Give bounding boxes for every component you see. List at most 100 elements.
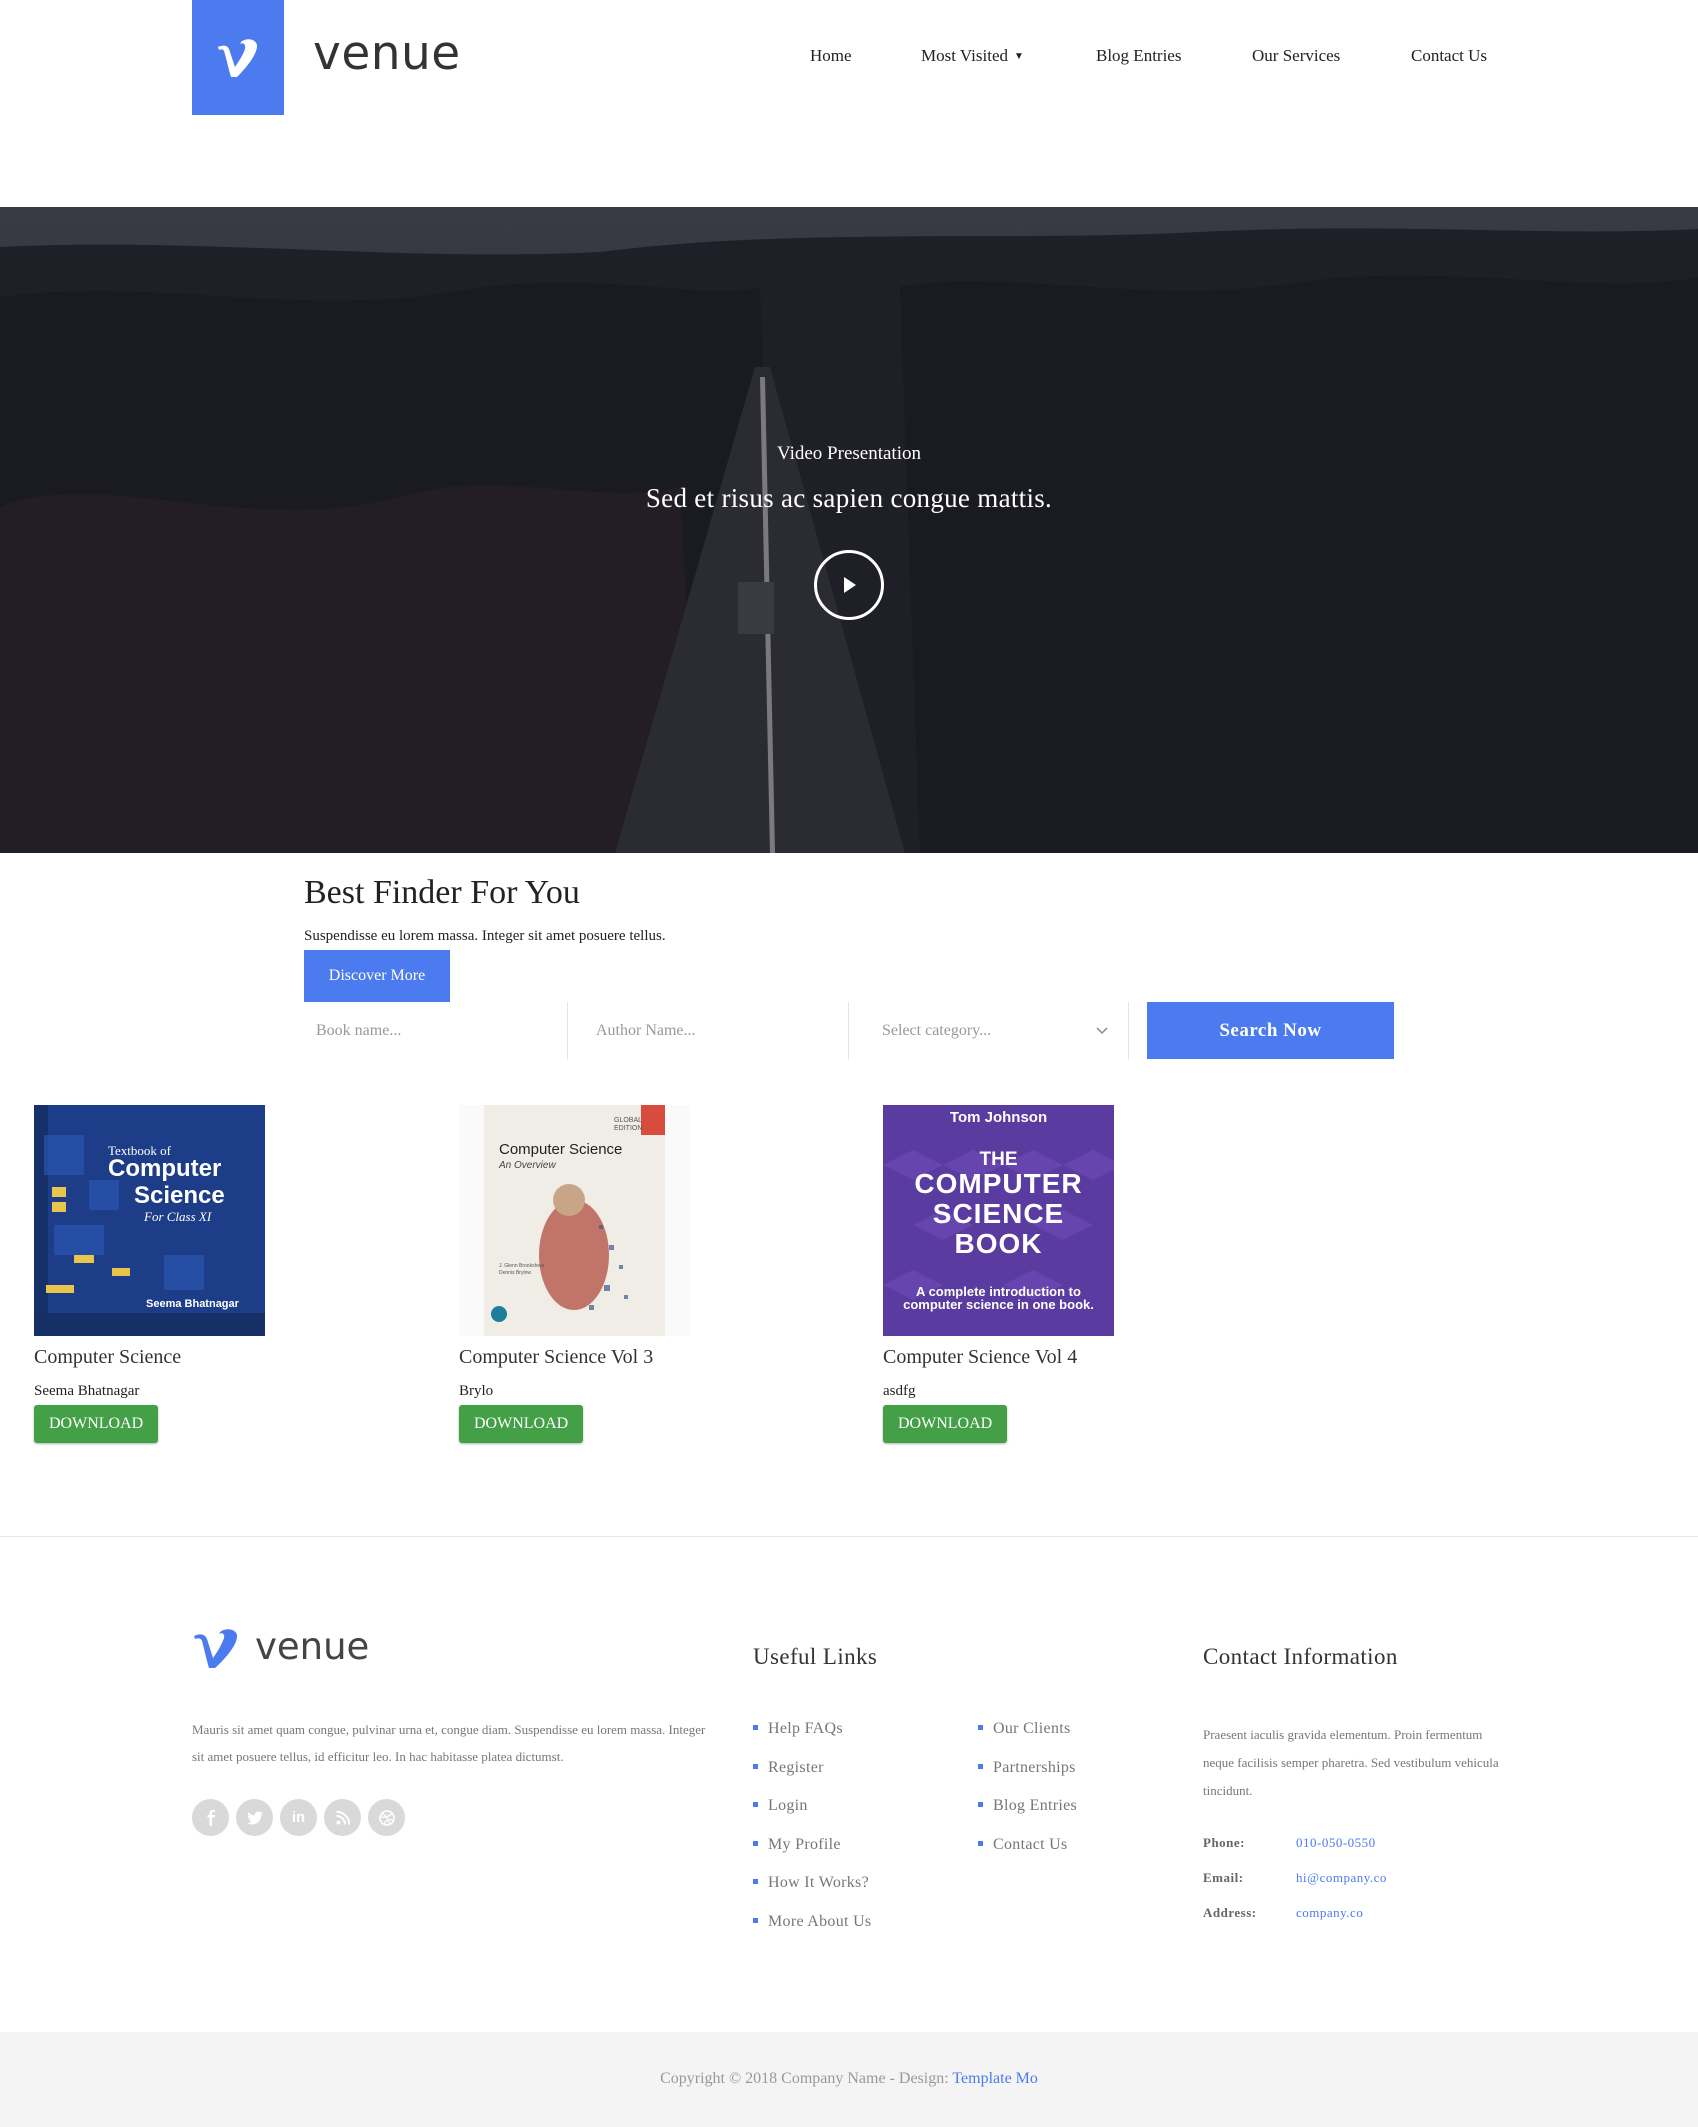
footer-link-partnerships[interactable]: Partnerships [978,1759,1076,1777]
book-name-input[interactable]: Book name... [304,1002,568,1060]
footer-link-contact-us[interactable]: Contact Us [978,1836,1068,1854]
finder-subtitle: Suspendisse eu lorem massa. Integer sit … [304,928,666,944]
cover-line-3: SCIENCE [932,1198,1065,1229]
footer-link-login[interactable]: Login [753,1797,808,1815]
discover-more-button[interactable]: Discover More [304,950,450,1002]
play-icon [844,577,856,593]
footer-link-label: More About Us [768,1913,872,1930]
caret-down-icon: ▼ [1013,51,1024,62]
phone-link[interactable]: 010-050-0550 [1296,1835,1376,1851]
rss-icon[interactable] [324,1799,361,1836]
cover-author: J. Glenn Brookshear Dennis Brylow [499,1263,545,1276]
book-title[interactable]: Computer Science Vol 3 [459,1346,653,1369]
bullet-icon [753,1841,758,1846]
footer-link-label: Blog Entries [993,1797,1078,1814]
book-cover-image[interactable]: Tom Johnson THE COMPUTER SCIENCE BOOK A … [883,1105,1114,1336]
nav-contact-us[interactable]: Contact Us [1411,46,1487,66]
author-name-input[interactable]: Author Name... [584,1002,849,1060]
useful-links-heading: Useful Links [753,1644,878,1669]
cover-badge: GLOBAL EDITION [614,1117,643,1132]
footer-link-label: Help FAQs [768,1720,843,1737]
bullet-icon [753,1764,758,1769]
email-label: Email: [1203,1870,1244,1885]
chevron-down-icon [1096,1027,1108,1035]
finder-title: Best Finder For You [304,874,580,911]
bullet-icon [978,1802,983,1807]
search-now-button[interactable]: Search Now [1147,1002,1394,1059]
book-cover-image[interactable]: Textbook of Computer Science For Class X… [34,1105,265,1336]
category-select-value: Select category... [882,1022,992,1039]
address-label: Address: [1203,1905,1257,1920]
facebook-icon[interactable] [192,1799,229,1836]
footer-link-blog-entries[interactable]: Blog Entries [978,1797,1077,1815]
book-author: Brylo [459,1383,494,1399]
book-cover-image[interactable]: GLOBAL EDITION Computer Science An Overv… [459,1105,690,1336]
brand-name[interactable]: venue [313,26,461,81]
cover-author: Tom Johnson [949,1109,1048,1126]
nav-home[interactable]: Home [810,46,852,66]
hero-eyebrow: Video Presentation [777,443,921,464]
footer-link-label: How It Works? [768,1874,869,1891]
copyright-text: Copyright © 2018 Company Name - Design: … [0,2070,1698,2088]
email-link[interactable]: hi@company.co [1296,1870,1387,1886]
logo-icon[interactable] [192,0,284,115]
bullet-icon [753,1725,758,1730]
footer-about-text: Mauris sit amet quam congue, pulvinar ur… [192,1722,706,1764]
cover-line-2: COMPUTER [914,1168,1083,1199]
footer-link-register[interactable]: Register [753,1759,824,1777]
footer-link-label: Our Clients [993,1720,1071,1737]
footer-link-label: Contact Us [993,1836,1068,1853]
hero-background-image [0,207,1698,853]
bullet-icon [753,1879,758,1884]
category-select[interactable]: Select category... [870,1002,1129,1060]
nav-most-visited-label: Most Visited [921,46,1008,65]
bullet-icon [978,1725,983,1730]
site-header: venue Home Most Visited ▼ Blog Entries Ou… [0,0,1698,207]
footer-link-label: Login [768,1797,808,1814]
footer-link-my-profile[interactable]: My Profile [753,1836,841,1854]
cover-tagline: A complete introduction to computer scie… [903,1284,1094,1312]
cover-line-3: Science [134,1182,225,1209]
cover-line-4: BOOK [954,1228,1043,1259]
twitter-icon[interactable] [236,1799,273,1836]
download-button[interactable]: DOWNLOAD [883,1405,1008,1443]
download-button[interactable]: DOWNLOAD [459,1405,584,1443]
bullet-icon [753,1918,758,1923]
play-video-button[interactable] [814,550,884,620]
book-author: Seema Bhatnagar [34,1383,140,1399]
footer-link-more-about-us[interactable]: More About Us [753,1913,871,1931]
bullet-icon [978,1841,983,1846]
cover-line-4: For Class XI [144,1209,212,1224]
footer-link-help-faqs[interactable]: Help FAQs [753,1720,843,1738]
template-mo-link[interactable]: Template Mo [952,2070,1038,2087]
footer-logo-icon[interactable] [192,1628,240,1670]
nav-most-visited[interactable]: Most Visited ▼ [921,46,1024,66]
phone-label: Phone: [1203,1835,1245,1850]
nav-blog-entries[interactable]: Blog Entries [1096,46,1181,66]
contact-info-text: Praesent iaculis gravida elementum. Proi… [1203,1727,1499,1798]
footer-divider [0,1536,1698,1537]
cover-line-2: An Overview [499,1160,556,1171]
hero-title: Sed et risus ac sapien congue mattis. [645,483,1053,513]
dribbble-icon[interactable] [368,1799,405,1836]
bullet-icon [978,1764,983,1769]
linkedin-icon[interactable]: in [280,1799,317,1836]
book-title[interactable]: Computer Science [34,1346,181,1369]
nav-our-services[interactable]: Our Services [1252,46,1340,66]
cover-line-1: Computer Science [499,1141,623,1158]
footer-link-label: Register [768,1759,824,1776]
footer-link-our-clients[interactable]: Our Clients [978,1720,1071,1738]
bullet-icon [753,1802,758,1807]
download-button[interactable]: DOWNLOAD [34,1405,159,1443]
cover-line-2: Computer [108,1155,222,1182]
hero-video-section: Video Presentation Sed et risus ac sapie… [0,207,1698,853]
book-author: asdfg [883,1383,916,1399]
contact-info-heading: Contact Information [1203,1644,1398,1669]
footer-link-how-it-works[interactable]: How It Works? [753,1874,869,1892]
footer-link-label: My Profile [768,1836,841,1853]
address-link[interactable]: company.co [1296,1905,1363,1921]
book-title[interactable]: Computer Science Vol 4 [883,1346,1077,1369]
footer-brand-name[interactable]: venue [255,1625,369,1668]
cover-author: Seema Bhatnagar [146,1298,239,1310]
footer-link-label: Partnerships [993,1759,1076,1776]
